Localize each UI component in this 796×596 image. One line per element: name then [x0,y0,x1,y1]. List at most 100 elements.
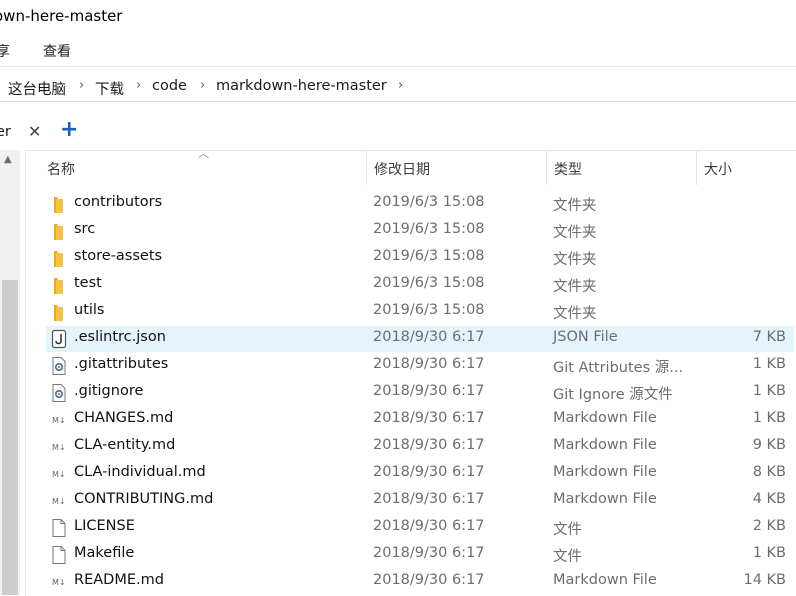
tab-view[interactable]: 查看 [43,41,71,61]
blank-file-icon [50,518,68,538]
column-size[interactable]: 大小 [704,159,732,179]
column-divider[interactable] [366,151,367,185]
breadcrumb-this-pc[interactable]: 这台电脑 [8,78,66,99]
file-type: Git Attributes 源... [553,360,684,376]
file-type: Markdown File [553,464,657,480]
column-header: ︿ 名称 修改日期 类型 大小 [26,147,796,185]
chevron-right-icon[interactable]: › [200,78,205,93]
file-modified: 2018/9/30 6:17 [373,383,485,399]
close-icon[interactable]: ✕ [28,122,41,141]
file-name: test [74,275,102,291]
file-row[interactable]: utils 2019/6/3 15:08 文件夹 [46,299,794,325]
file-type: 文件夹 [553,225,597,241]
file-name: CONTRIBUTING.md [74,491,214,507]
tab-strip: er ✕ + [0,114,796,150]
file-row[interactable]: .gitattributes 2018/9/30 6:17 Git Attribut… [46,353,794,379]
tab-label[interactable]: er [0,124,11,140]
folder-icon [50,275,68,295]
file-size: 8 KB [752,464,786,480]
file-type: 文件夹 [553,252,597,268]
chevron-right-icon[interactable]: › [398,78,403,93]
column-name[interactable]: 名称 [47,159,75,179]
ribbon-tabs: 享 查看 [0,34,796,67]
tab-share[interactable]: 享 [0,41,10,61]
window-title: own-here-master [0,7,123,25]
chevron-right-icon[interactable]: › [79,78,84,93]
file-row[interactable]: test 2019/6/3 15:08 文件夹 [46,272,794,298]
file-type: JSON File [553,329,618,345]
sort-ascending-icon: ︿ [198,147,209,160]
scrollbar-thumb[interactable] [2,280,18,595]
file-row[interactable]: M↓ README.md 2018/9/30 6:17 Markdown File 14… [46,569,794,595]
column-divider[interactable] [546,151,547,185]
markdown-file-icon: M↓ [50,572,68,592]
file-size: 1 KB [752,545,786,561]
file-size: 1 KB [752,356,786,372]
title-bar: own-here-master [0,0,796,34]
file-row[interactable]: src 2019/6/3 15:08 文件夹 [46,218,794,244]
markdown-file-icon: M↓ [50,437,68,457]
file-name: CHANGES.md [74,410,174,426]
file-row[interactable]: M↓ CHANGES.md 2018/9/30 6:17 Markdown File 1… [46,407,794,433]
file-modified: 2018/9/30 6:17 [373,491,485,507]
file-type: 文件夹 [553,306,597,322]
column-modified[interactable]: 修改日期 [374,159,430,179]
file-modified: 2019/6/3 15:08 [373,248,485,264]
json-file-icon [50,329,68,349]
file-row[interactable]: M↓ CLA-individual.md 2018/9/30 6:17 Markdow… [46,461,794,487]
file-modified: 2019/6/3 15:08 [373,302,485,318]
svg-text:M↓: M↓ [52,443,66,452]
breadcrumb-downloads[interactable]: 下载 [95,78,124,99]
file-type: Git Ignore 源文件 [553,387,673,403]
file-row[interactable]: store-assets 2019/6/3 15:08 文件夹 [46,245,794,271]
file-type: 文件夹 [553,198,597,214]
scroll-up-icon[interactable]: ▲ [4,154,12,165]
file-name: Makefile [74,545,135,561]
nav-pane-scrollbar[interactable]: ▲ [0,150,20,595]
file-size: 1 KB [752,410,786,426]
file-size: 7 KB [752,329,786,345]
file-name: LICENSE [74,518,135,534]
file-row[interactable]: M↓ CLA-entity.md 2018/9/30 6:17 Markdown Fi… [46,434,794,460]
folder-icon [50,194,68,214]
markdown-file-icon: M↓ [50,491,68,511]
file-name: contributors [74,194,163,210]
file-name: CLA-entity.md [74,437,176,453]
breadcrumb-markdown-here-master[interactable]: markdown-here-master [216,78,387,94]
file-modified: 2018/9/30 6:17 [373,410,485,426]
file-row[interactable]: .eslintrc.json 2018/9/30 6:17 JSON File 7 K… [46,326,794,352]
file-modified: 2018/9/30 6:17 [373,356,485,372]
new-tab-icon[interactable]: + [60,117,78,142]
file-size: 2 KB [752,518,786,534]
file-size: 9 KB [752,437,786,453]
file-row[interactable]: Makefile 2018/9/30 6:17 文件 1 KB [46,542,794,568]
blank-file-icon [50,545,68,565]
address-bar[interactable]: 这台电脑 › 下载 › code › markdown-here-master … [0,67,796,102]
column-type[interactable]: 类型 [554,159,582,179]
folder-icon [50,302,68,322]
file-size: 4 KB [752,491,786,507]
file-name: .eslintrc.json [74,329,166,345]
column-divider[interactable] [696,151,697,185]
file-type: 文件 [553,549,582,565]
file-name: store-assets [74,248,163,264]
chevron-right-icon[interactable]: › [136,78,141,93]
file-list: ︿ 名称 修改日期 类型 大小 contributors 2019/6/3 15:… [25,147,796,596]
file-size: 1 KB [752,383,786,399]
markdown-file-icon: M↓ [50,410,68,430]
file-row[interactable]: M↓ CONTRIBUTING.md 2018/9/30 6:17 Markdown … [46,488,794,514]
file-type: 文件夹 [553,279,597,295]
breadcrumb-code[interactable]: code [152,78,187,94]
file-row[interactable]: .gitignore 2018/9/30 6:17 Git Ignore 源文件 1 … [46,380,794,406]
file-type: Markdown File [553,437,657,453]
svg-text:M↓: M↓ [52,416,66,425]
file-name: src [74,221,96,237]
file-row[interactable]: LICENSE 2018/9/30 6:17 文件 2 KB [46,515,794,541]
file-modified: 2018/9/30 6:17 [373,545,485,561]
file-name: .gitignore [74,383,144,399]
folder-icon [50,248,68,268]
file-modified: 2019/6/3 15:08 [373,221,485,237]
file-row[interactable]: contributors 2019/6/3 15:08 文件夹 [46,191,794,217]
file-name: utils [74,302,105,318]
file-name: README.md [74,572,164,588]
